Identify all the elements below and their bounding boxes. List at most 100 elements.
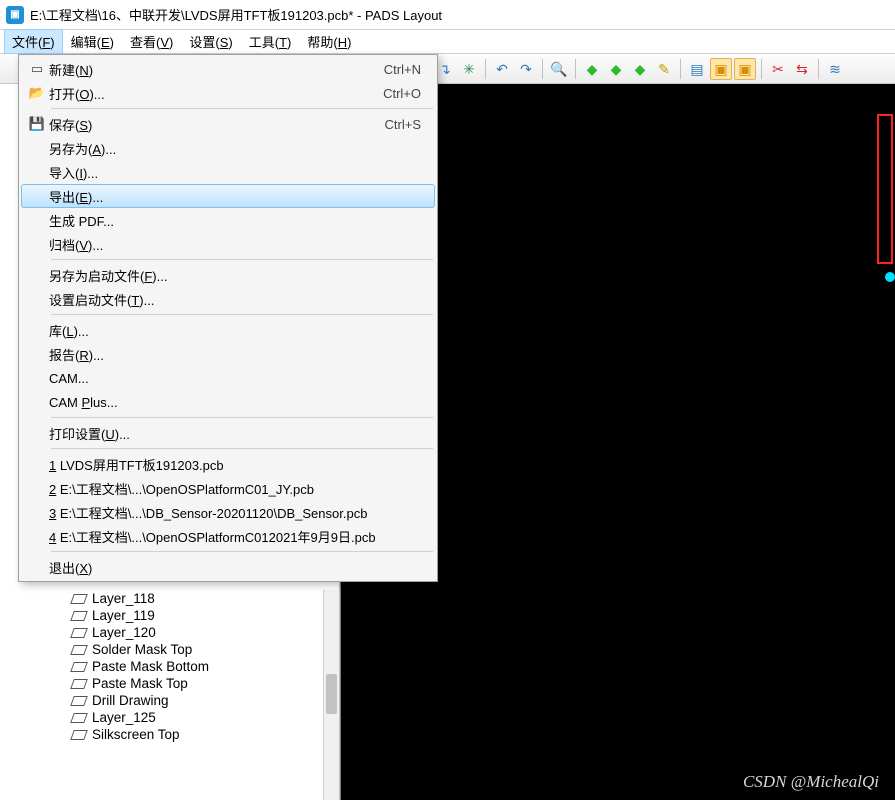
menu-s[interactable]: 设置(S): [181, 29, 240, 54]
menu-separator: [51, 417, 433, 418]
zoom-icon[interactable]: 🔍: [548, 58, 570, 80]
menu-item[interactable]: ▭新建(N)Ctrl+N: [21, 57, 435, 81]
verify-find-icon[interactable]: ◆: [605, 58, 627, 80]
menu-item-icon: ▭: [25, 61, 49, 77]
menu-item-shortcut: Ctrl+S: [385, 117, 421, 132]
layer-label: Layer_120: [92, 625, 156, 640]
layer-label: Layer_118: [92, 591, 155, 606]
layer-icon: [70, 730, 88, 740]
menu-item[interactable]: 设置启动文件(T)...: [21, 287, 435, 311]
menu-item-icon: 💾: [25, 116, 49, 132]
menu-item-label: 打开(O)...: [49, 84, 383, 103]
undo-icon[interactable]: ↶: [491, 58, 513, 80]
menu-item[interactable]: 打印设置(U)...: [21, 421, 435, 445]
layer-item[interactable]: Layer_125: [0, 709, 339, 726]
link-red-icon[interactable]: ⇆: [791, 58, 813, 80]
menu-item[interactable]: 导出(E)...: [21, 184, 435, 208]
menu-item-label: 打印设置(U)...: [49, 424, 421, 443]
menu-item[interactable]: 1 LVDS屏用TFT板191203.pcb: [21, 452, 435, 476]
layer-item[interactable]: Paste Mask Top: [0, 675, 339, 692]
menu-e[interactable]: 编辑(E): [63, 29, 122, 54]
menu-item-label: 退出(X): [49, 558, 421, 577]
menu-item[interactable]: 📂打开(O)...Ctrl+O: [21, 81, 435, 105]
title-bar: ▣ E:\工程文档\16、中联开发\LVDS屏用TFT板191203.pcb* …: [0, 0, 895, 30]
menu-item[interactable]: 3 E:\工程文档\...\DB_Sensor-20201120\DB_Sens…: [21, 500, 435, 524]
menu-item-label: 导出(E)...: [49, 187, 421, 206]
layer-item[interactable]: Layer_119: [0, 607, 339, 624]
menu-v[interactable]: 查看(V): [122, 29, 181, 54]
layer-icon: [70, 628, 88, 638]
app-icon: ▣: [6, 6, 24, 24]
layer-item[interactable]: Drill Drawing: [0, 692, 339, 709]
menu-item[interactable]: 4 E:\工程文档\...\OpenOSPlatformC012021年9月9日…: [21, 524, 435, 548]
toolbar-separator: [575, 59, 576, 79]
layer-icon: [70, 594, 88, 604]
menu-item-label: 归档(V)...: [49, 235, 421, 254]
menu-item-label: 2 E:\工程文档\...\OpenOSPlatformC01_JY.pcb: [49, 479, 421, 498]
wave-icon[interactable]: ≋: [824, 58, 846, 80]
file-menu-dropdown: ▭新建(N)Ctrl+N📂打开(O)...Ctrl+O💾保存(S)Ctrl+S另…: [18, 54, 438, 582]
layer-blue-icon[interactable]: ▤: [686, 58, 708, 80]
menu-item[interactable]: 另存为(A)...: [21, 136, 435, 160]
menu-t[interactable]: 工具(T): [241, 29, 300, 54]
layer-icon: [70, 696, 88, 706]
menu-item[interactable]: 库(L)...: [21, 318, 435, 342]
redo-icon[interactable]: ↷: [515, 58, 537, 80]
menu-item-label: 库(L)...: [49, 321, 421, 340]
brush-icon[interactable]: ✎: [653, 58, 675, 80]
menu-item-label: 4 E:\工程文档\...\OpenOSPlatformC012021年9月9日…: [49, 527, 421, 546]
menu-item-label: 保存(S): [49, 115, 385, 134]
menu-item-shortcut: Ctrl+O: [383, 86, 421, 101]
menu-item[interactable]: 退出(X): [21, 555, 435, 579]
watermark: CSDN @MichealQi: [743, 772, 879, 792]
layer-label: Drill Drawing: [92, 693, 169, 708]
menu-item[interactable]: 💾保存(S)Ctrl+S: [21, 112, 435, 136]
layer-item[interactable]: Layer_118: [0, 590, 339, 607]
verify-shape-icon[interactable]: ◆: [629, 58, 651, 80]
layer-item[interactable]: Paste Mask Bottom: [0, 658, 339, 675]
menu-item[interactable]: 另存为启动文件(F)...: [21, 263, 435, 287]
menu-item-icon: 📂: [25, 85, 49, 101]
layer-icon: [70, 645, 88, 655]
layer-label: Layer_125: [92, 710, 156, 725]
menu-f[interactable]: 文件(F): [4, 29, 63, 54]
menu-item[interactable]: CAM...: [21, 366, 435, 390]
menu-separator: [51, 551, 433, 552]
layer-label: Solder Mask Top: [92, 642, 192, 657]
toolbar-separator: [485, 59, 486, 79]
menu-separator: [51, 259, 433, 260]
cut-red-icon[interactable]: ✂: [767, 58, 789, 80]
menu-h[interactable]: 帮助(H): [299, 29, 359, 54]
menu-item-label: 导入(I)...: [49, 163, 421, 182]
menu-item[interactable]: 2 E:\工程文档\...\OpenOSPlatformC01_JY.pcb: [21, 476, 435, 500]
layer-label: Paste Mask Bottom: [92, 659, 209, 674]
menu-item-label: CAM...: [49, 371, 421, 386]
toolbar-separator: [680, 59, 681, 79]
scrollbar-vertical[interactable]: [323, 590, 339, 800]
window-title: E:\工程文档\16、中联开发\LVDS屏用TFT板191203.pcb* - …: [30, 5, 442, 24]
menu-item[interactable]: 归档(V)...: [21, 232, 435, 256]
layer-item[interactable]: Layer_120: [0, 624, 339, 641]
target-icon[interactable]: ✳: [458, 58, 480, 80]
layer-tree[interactable]: Layer_118 Layer_119 Layer_120 Solder Mask T…: [0, 590, 339, 800]
verify-green-icon[interactable]: ◆: [581, 58, 603, 80]
scrollbar-thumb[interactable]: [326, 674, 337, 714]
layer-label: Paste Mask Top: [92, 676, 188, 691]
pcb-pin-marker: [885, 272, 895, 282]
menu-item[interactable]: 生成 PDF...: [21, 208, 435, 232]
swap-a-icon[interactable]: ▣: [710, 58, 732, 80]
layer-item[interactable]: Silkscreen Top: [0, 726, 339, 743]
menu-item[interactable]: 导入(I)...: [21, 160, 435, 184]
menu-item-label: CAM Plus...: [49, 395, 421, 410]
menu-bar: 文件(F)编辑(E)查看(V)设置(S)工具(T)帮助(H): [0, 30, 895, 54]
menu-item-shortcut: Ctrl+N: [384, 62, 421, 77]
menu-item-label: 另存为启动文件(F)...: [49, 266, 421, 285]
menu-item-label: 1 LVDS屏用TFT板191203.pcb: [49, 455, 421, 474]
layer-label: Silkscreen Top: [92, 727, 180, 742]
menu-item[interactable]: CAM Plus...: [21, 390, 435, 414]
menu-item-label: 新建(N): [49, 60, 384, 79]
layer-item[interactable]: Solder Mask Top: [0, 641, 339, 658]
swap-b-icon[interactable]: ▣: [734, 58, 756, 80]
layer-label: Layer_119: [92, 608, 155, 623]
menu-item[interactable]: 报告(R)...: [21, 342, 435, 366]
